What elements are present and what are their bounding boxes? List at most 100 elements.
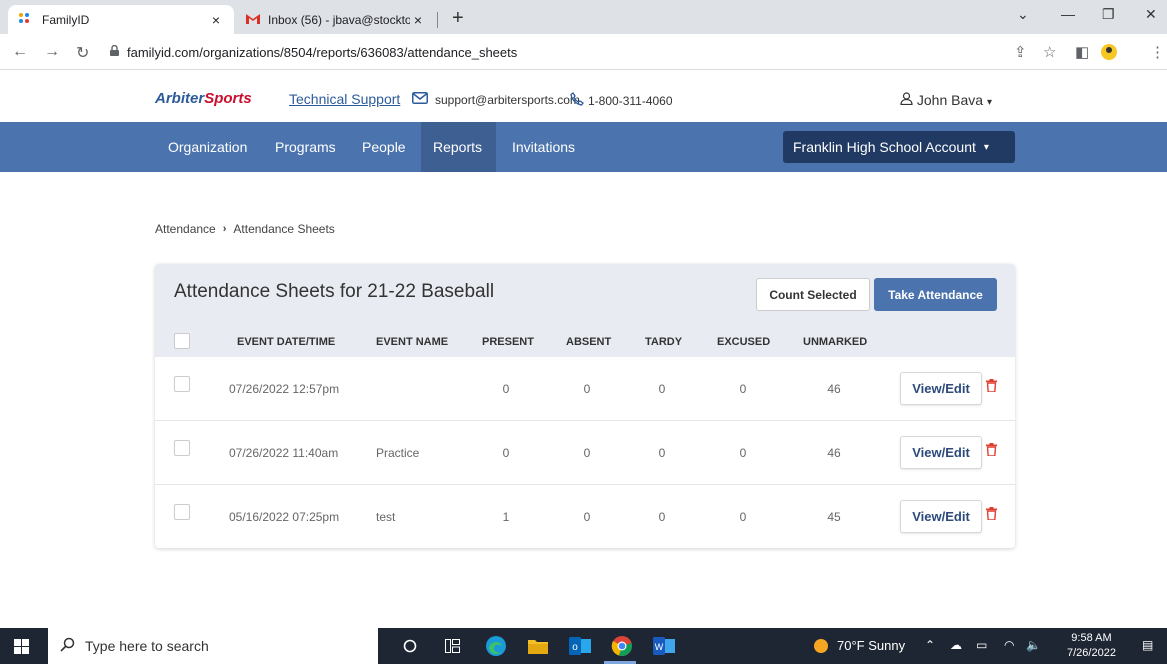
battery-icon[interactable]: ▭ (976, 638, 987, 652)
tardy-count: 0 (658, 446, 666, 460)
chrome-icon[interactable] (610, 634, 634, 658)
svg-text:o: o (572, 642, 578, 653)
taskbar-search-input[interactable]: Type here to search (48, 628, 378, 664)
notification-icon[interactable]: ▤ (1142, 638, 1153, 652)
phone-icon (570, 92, 584, 109)
col-present[interactable]: PRESENT (482, 336, 534, 348)
breadcrumb-attendance[interactable]: Attendance (155, 222, 216, 236)
nav-reports[interactable]: Reports (421, 122, 496, 172)
col-event-name[interactable]: EVENT NAME (376, 336, 448, 348)
back-icon[interactable]: ← (12, 43, 28, 61)
nav-organization[interactable]: Organization (156, 122, 259, 172)
site-header: ArbiterSports Technical Support support@… (0, 70, 1167, 122)
lock-icon (110, 44, 119, 59)
envelope-icon (412, 92, 428, 107)
excused-count: 0 (739, 382, 747, 396)
cortana-icon[interactable] (398, 634, 422, 658)
support-phone[interactable]: 1-800-311-4060 (570, 92, 673, 109)
tab-familyid[interactable]: FamilyID × (8, 5, 234, 34)
tab-title: Inbox (56) - jbava@stocktonusd. (268, 12, 410, 27)
col-unmarked[interactable]: UNMARKED (803, 336, 867, 348)
col-event-datetime[interactable]: EVENT DATE/TIME (237, 336, 335, 348)
excused-count: 0 (739, 446, 747, 460)
tab-gmail[interactable]: Inbox (56) - jbava@stocktonusd. × (236, 5, 436, 34)
breadcrumb: Attendance › Attendance Sheets (155, 222, 335, 236)
menu-kebab-icon[interactable]: ⋮ (1150, 43, 1165, 61)
view-edit-button[interactable]: View/Edit (900, 372, 982, 405)
word-icon[interactable]: W (652, 634, 676, 658)
nav-people[interactable]: People (350, 122, 418, 172)
table-row: 07/26/2022 11:40am Practice 0 0 0 0 46 V… (155, 421, 1015, 485)
edge-icon[interactable] (484, 634, 508, 658)
trash-icon[interactable] (986, 507, 997, 523)
bookmark-star-icon[interactable]: ☆ (1043, 43, 1056, 61)
taskbar-clock[interactable]: 9:58 AM 7/26/2022 (1067, 631, 1116, 661)
technical-support-link[interactable]: Technical Support (289, 91, 400, 107)
close-window-icon[interactable]: ✕ (1145, 6, 1157, 23)
share-icon[interactable]: ⇪ (1014, 43, 1027, 61)
forward-icon[interactable]: → (44, 43, 60, 61)
weather-widget[interactable]: 70°F Sunny (814, 638, 905, 653)
excused-count: 0 (739, 510, 747, 524)
file-explorer-icon[interactable] (526, 634, 550, 658)
event-name: test (376, 510, 396, 524)
task-view-icon[interactable] (440, 634, 464, 658)
event-datetime: 05/16/2022 07:25pm (229, 510, 340, 524)
close-tab-icon[interactable]: × (410, 12, 426, 28)
onedrive-icon[interactable]: ☁ (950, 638, 962, 652)
user-icon (900, 92, 917, 108)
row-checkbox[interactable] (174, 376, 190, 392)
table-row: 05/16/2022 07:25pm test 1 0 0 0 45 View/… (155, 485, 1015, 548)
volume-icon[interactable]: 🔈 (1026, 638, 1041, 652)
present-count: 1 (502, 510, 510, 524)
present-count: 0 (502, 382, 510, 396)
reload-icon[interactable]: ↻ (76, 43, 89, 63)
svg-text:W: W (655, 642, 664, 652)
row-checkbox[interactable] (174, 440, 190, 456)
tab-separator (437, 12, 438, 28)
windows-start-icon[interactable] (14, 639, 29, 657)
familyid-icon (18, 12, 34, 27)
close-tab-icon[interactable]: × (208, 12, 224, 28)
address-bar: ← → ↻ familyid.com/organizations/8504/re… (0, 34, 1167, 70)
trash-icon[interactable] (986, 443, 997, 459)
view-edit-button[interactable]: View/Edit (900, 436, 982, 469)
wifi-icon[interactable]: ◠ (1004, 638, 1014, 652)
caret-down-icon: ▾ (983, 141, 989, 153)
restore-icon[interactable]: ❐ (1102, 6, 1115, 23)
col-excused[interactable]: EXCUSED (717, 336, 770, 348)
search-icon (60, 637, 75, 655)
tardy-count: 0 (658, 382, 666, 396)
chevron-down-icon: ▾ (986, 97, 992, 108)
event-datetime: 07/26/2022 11:40am (229, 446, 339, 460)
table-row: 07/26/2022 12:57pm 0 0 0 0 46 View/Edit (155, 357, 1015, 421)
profile-avatar[interactable] (1100, 43, 1118, 65)
side-panel-icon[interactable]: ◧ (1075, 43, 1089, 61)
count-selected-button[interactable]: Count Selected (756, 278, 870, 311)
windows-taskbar: Type here to search o W 70°F Sunny ⌃ ☁ ▭… (0, 628, 1167, 664)
arbitersports-logo[interactable]: ArbiterSports (155, 90, 252, 107)
user-menu[interactable]: John Bava ▾ (900, 92, 992, 108)
minimize-icon[interactable]: — (1061, 6, 1075, 22)
account-selector[interactable]: Franklin High School Account ▾ (783, 131, 1015, 163)
outlook-icon[interactable]: o (568, 634, 592, 658)
col-tardy[interactable]: TARDY (645, 336, 682, 348)
absent-count: 0 (583, 446, 591, 460)
absent-count: 0 (583, 510, 591, 524)
url-field[interactable]: familyid.com/organizations/8504/reports/… (110, 39, 990, 65)
view-edit-button[interactable]: View/Edit (900, 500, 982, 533)
page-title: Attendance Sheets for 21-22 Baseball (174, 281, 495, 302)
url-text: familyid.com/organizations/8504/reports/… (127, 44, 518, 60)
nav-programs[interactable]: Programs (263, 122, 348, 172)
support-email[interactable]: support@arbitersports.com (412, 92, 580, 107)
chevron-up-icon[interactable]: ⌃ (925, 638, 935, 652)
select-all-checkbox[interactable] (174, 333, 190, 349)
nav-invitations[interactable]: Invitations (500, 122, 587, 172)
take-attendance-button[interactable]: Take Attendance (874, 278, 997, 311)
col-absent[interactable]: ABSENT (566, 336, 611, 348)
row-checkbox[interactable] (174, 504, 190, 520)
tab-search-icon[interactable]: ⌄ (1017, 6, 1029, 23)
trash-icon[interactable] (986, 379, 997, 395)
event-name: Practice (376, 446, 420, 460)
new-tab-button[interactable]: + (452, 7, 464, 30)
